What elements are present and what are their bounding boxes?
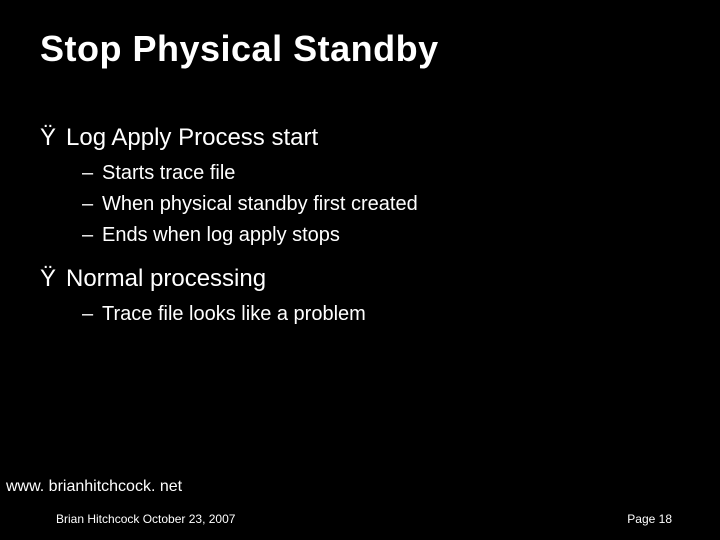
bullet-text: Trace file looks like a problem xyxy=(102,303,366,325)
bullet-level1: ŸLog Apply Process start xyxy=(40,124,680,152)
bullet-text: Normal processing xyxy=(66,265,266,292)
bullet-text: Log Apply Process start xyxy=(66,124,318,151)
bullet-level1: ŸNormal processing xyxy=(40,265,680,293)
bullet-level2: –Trace file looks like a problem xyxy=(102,301,680,328)
bullet-marker-icon: Ÿ xyxy=(40,265,66,293)
dash-icon: – xyxy=(82,222,102,249)
slide-title: Stop Physical Standby xyxy=(40,28,439,70)
bullet-level2: –When physical standby first created xyxy=(102,191,680,218)
footer-author-date: Brian Hitchcock October 23, 2007 xyxy=(56,512,235,526)
dash-icon: – xyxy=(82,301,102,328)
dash-icon: – xyxy=(82,191,102,218)
bullet-text: When physical standby first created xyxy=(102,193,418,215)
slide: Stop Physical Standby ŸLog Apply Process… xyxy=(0,0,720,540)
slide-content: ŸLog Apply Process start –Starts trace f… xyxy=(40,120,680,332)
bullet-level2: –Ends when log apply stops xyxy=(102,222,680,249)
footer-url: www. brianhitchcock. net xyxy=(6,478,182,496)
bullet-level2: –Starts trace file xyxy=(102,160,680,187)
bullet-marker-icon: Ÿ xyxy=(40,124,66,152)
footer-page-number: Page 18 xyxy=(627,512,672,526)
dash-icon: – xyxy=(82,160,102,187)
bullet-text: Starts trace file xyxy=(102,162,235,184)
bullet-text: Ends when log apply stops xyxy=(102,224,340,246)
